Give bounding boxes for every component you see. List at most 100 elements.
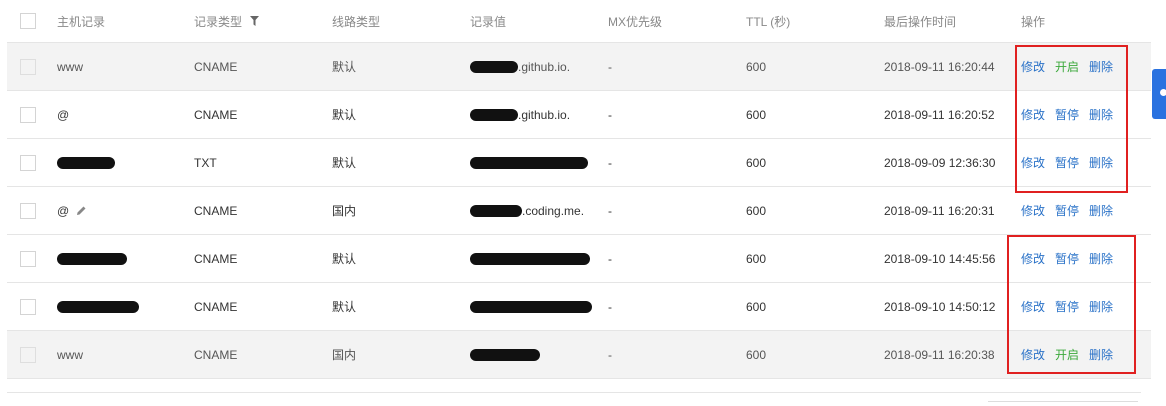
line-type: 国内 (332, 348, 357, 362)
host-value: www (57, 347, 83, 362)
mx-priority: - (608, 59, 612, 74)
line-type: 默认 (332, 300, 357, 314)
table-footer-divider (7, 392, 1141, 393)
ttl-value: 600 (746, 251, 767, 266)
dns-record-table: 主机记录 记录类型 线路类型 记录值 MX优先级 TTL (秒) 最后操作时间 … (7, 0, 1151, 379)
ttl-value: 600 (746, 203, 767, 218)
side-feedback-tab[interactable] (1152, 69, 1166, 119)
row-checkbox[interactable] (20, 346, 36, 363)
line-type: 国内 (332, 204, 357, 218)
select-all-checkbox[interactable] (20, 13, 36, 29)
redacted-value (470, 156, 588, 169)
toggle-link[interactable]: 暂停 (1055, 202, 1079, 219)
col-type: 记录类型 (194, 14, 243, 29)
record-value: .github.io. (518, 59, 571, 74)
table-row: @ CNAME 默认 .github.io. - 600 2018-09-11 16:20:… (7, 91, 1151, 139)
pagination-control[interactable] (988, 401, 1138, 406)
table-row: @ CNAME 国内 .coding.me. - 600 2018-09-11 16:20:… (7, 187, 1151, 235)
host-value: www (57, 59, 83, 74)
edit-link[interactable]: 修改 (1021, 202, 1045, 219)
edit-link[interactable]: 修改 (1021, 106, 1045, 123)
toggle-link[interactable]: 暂停 (1055, 154, 1079, 171)
table-row: CNAME 默认 - 600 2018-09-10 14:45:56 修改 暂停 删除 (7, 235, 1151, 283)
last-modified: 2018-09-10 14:45:56 (884, 251, 996, 266)
row-checkbox[interactable] (20, 58, 36, 75)
delete-link[interactable]: 删除 (1089, 298, 1113, 315)
mx-priority: - (608, 155, 612, 170)
last-modified: 2018-09-11 16:20:38 (884, 347, 995, 362)
table-row: CNAME 默认 - 600 2018-09-10 14:50:12 修改 暂停 删除 (7, 283, 1151, 331)
mx-priority: - (608, 107, 612, 122)
record-type: CNAME (194, 347, 238, 362)
host-value: @ (57, 107, 70, 122)
mx-priority: - (608, 203, 612, 218)
table-row: www CNAME 国内 - 600 2018-09-11 16:20:38 修改 开启 删除 (7, 331, 1151, 379)
redacted-value (470, 348, 540, 361)
row-checkbox[interactable] (20, 250, 36, 267)
toggle-link[interactable]: 开启 (1055, 346, 1079, 363)
last-modified: 2018-09-11 16:20:52 (884, 107, 995, 122)
record-type: CNAME (194, 299, 238, 314)
col-value: 记录值 (470, 14, 507, 29)
record-type: CNAME (194, 203, 238, 218)
ttl-value: 600 (746, 347, 767, 362)
edit-link[interactable]: 修改 (1021, 250, 1045, 267)
record-type: TXT (194, 155, 217, 170)
mx-priority: - (608, 347, 612, 362)
line-type: 默认 (332, 156, 357, 170)
col-host: 主机记录 (57, 14, 106, 29)
mx-priority: - (608, 251, 612, 266)
ttl-value: 600 (746, 107, 767, 122)
table-header: 主机记录 记录类型 线路类型 记录值 MX优先级 TTL (秒) 最后操作时间 … (7, 0, 1151, 43)
ttl-value: 600 (746, 59, 767, 74)
redacted-host (57, 252, 127, 265)
col-line: 线路类型 (332, 14, 381, 29)
row-checkbox[interactable] (20, 106, 36, 123)
col-op: 操作 (1021, 14, 1046, 29)
delete-link[interactable]: 删除 (1089, 58, 1113, 75)
row-checkbox[interactable] (20, 154, 36, 171)
redacted-host (57, 300, 139, 313)
line-type: 默认 (332, 252, 357, 266)
redacted-value (470, 204, 522, 217)
record-value: .coding.me. (522, 203, 585, 218)
table-row: www CNAME 默认 .github.io. - 600 2018-09-11 16:2… (7, 43, 1151, 91)
ttl-value: 600 (746, 155, 767, 170)
delete-link[interactable]: 删除 (1089, 202, 1113, 219)
table-row: TXT 默认 - 600 2018-09-09 12:36:30 修改 暂停 删除 (7, 139, 1151, 187)
toggle-link[interactable]: 暂停 (1055, 250, 1079, 267)
pencil-icon[interactable] (75, 205, 87, 217)
record-type: CNAME (194, 251, 238, 266)
col-mx: MX优先级 (608, 14, 663, 29)
delete-link[interactable]: 删除 (1089, 346, 1113, 363)
row-checkbox[interactable] (20, 298, 36, 315)
redacted-value (470, 60, 518, 73)
toggle-link[interactable]: 暂停 (1055, 298, 1079, 315)
redacted-value (470, 108, 518, 121)
edit-link[interactable]: 修改 (1021, 58, 1045, 75)
redacted-host (57, 156, 115, 169)
toggle-link[interactable]: 暂停 (1055, 106, 1079, 123)
toggle-link[interactable]: 开启 (1055, 58, 1079, 75)
line-type: 默认 (332, 60, 357, 74)
record-type: CNAME (194, 59, 238, 74)
record-type: CNAME (194, 107, 238, 122)
last-modified: 2018-09-09 12:36:30 (884, 155, 996, 170)
line-type: 默认 (332, 108, 357, 122)
delete-link[interactable]: 删除 (1089, 106, 1113, 123)
last-modified: 2018-09-11 16:20:44 (884, 59, 995, 74)
last-modified: 2018-09-10 14:50:12 (884, 299, 996, 314)
redacted-value (470, 300, 592, 313)
delete-link[interactable]: 删除 (1089, 154, 1113, 171)
filter-icon[interactable] (250, 16, 260, 26)
delete-link[interactable]: 删除 (1089, 250, 1113, 267)
host-value: @ (57, 203, 70, 218)
edit-link[interactable]: 修改 (1021, 154, 1045, 171)
edit-link[interactable]: 修改 (1021, 346, 1045, 363)
row-checkbox[interactable] (20, 202, 36, 219)
last-modified: 2018-09-11 16:20:31 (884, 203, 995, 218)
edit-link[interactable]: 修改 (1021, 298, 1045, 315)
col-ttl: TTL (秒) (746, 14, 791, 29)
col-time: 最后操作时间 (884, 14, 957, 29)
record-value: .github.io. (518, 107, 571, 122)
